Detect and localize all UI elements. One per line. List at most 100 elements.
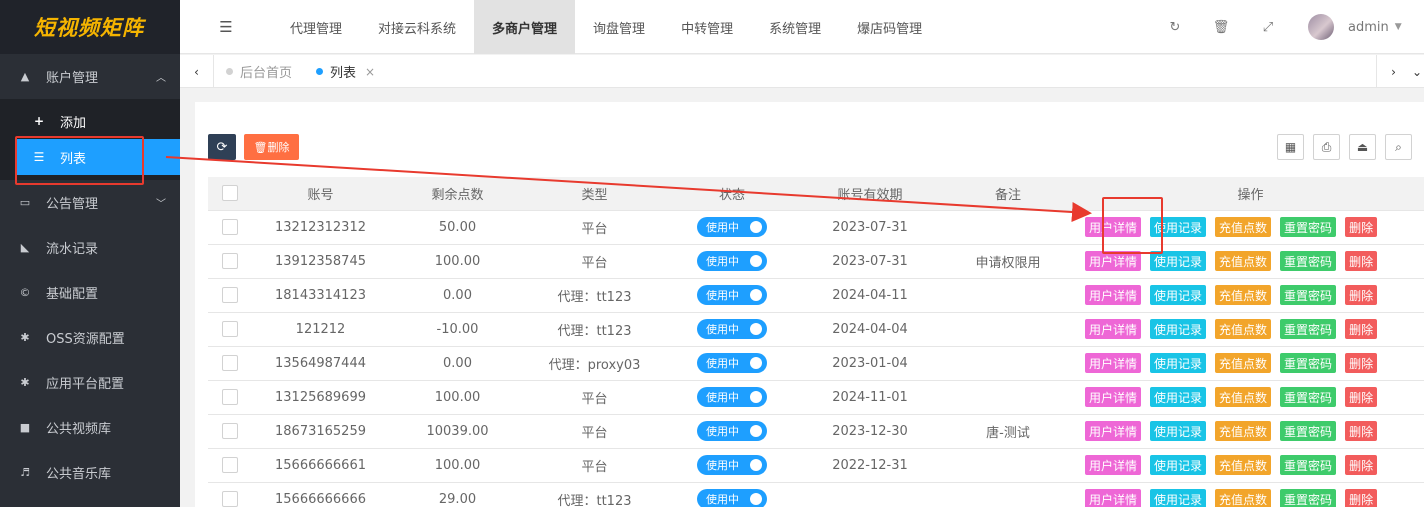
reset-password-button[interactable]: 重置密码 (1280, 285, 1337, 305)
status-toggle[interactable]: 使用中 (697, 217, 767, 237)
status-toggle[interactable]: 使用中 (697, 319, 767, 339)
nav-item-transfer[interactable]: 中转管理 (663, 0, 751, 54)
sidebar-item-app-platform-config[interactable]: ✱ 应用平台配置 (0, 360, 180, 405)
tab-home[interactable]: 后台首页 (226, 55, 292, 88)
print-icon[interactable]: ⎙ (1313, 134, 1340, 160)
usage-record-button[interactable]: 使用记录 (1150, 489, 1207, 507)
sidebar-item-public-music-library[interactable]: ♬ 公共音乐库 (0, 450, 180, 495)
fullscreen-icon[interactable]: ⤢ (1253, 0, 1283, 54)
row-checkbox[interactable] (222, 253, 238, 269)
user-detail-button[interactable]: 用户详情 (1085, 353, 1142, 373)
menu-toggle-icon[interactable]: ☰ (180, 0, 272, 54)
delete-row-button[interactable]: 删除 (1345, 421, 1378, 441)
sidebar-item-oss-config[interactable]: ✱ OSS资源配置 (0, 315, 180, 360)
usage-record-button[interactable]: 使用记录 (1150, 387, 1207, 407)
status-toggle[interactable]: 使用中 (697, 489, 767, 507)
sidebar-item-account-management[interactable]: ▲ 账户管理 ︿ (0, 54, 180, 99)
tab-list[interactable]: 列表 × (316, 55, 375, 88)
batch-delete-button[interactable]: 🗑删除 (244, 134, 299, 160)
row-checkbox[interactable] (222, 423, 238, 439)
user-menu[interactable]: admin ▼ (1348, 0, 1402, 54)
tabs-more-icon[interactable]: ⌄ (1410, 55, 1424, 88)
usage-record-button[interactable]: 使用记录 (1150, 353, 1207, 373)
column-header[interactable]: 状态 (663, 177, 801, 211)
delete-row-button[interactable]: 删除 (1345, 285, 1378, 305)
sidebar-item-public-video-library[interactable]: ■ 公共视频库 (0, 405, 180, 450)
usage-record-button[interactable]: 使用记录 (1150, 319, 1207, 339)
user-detail-button[interactable]: 用户详情 (1085, 387, 1142, 407)
nav-item-system[interactable]: 系统管理 (751, 0, 839, 54)
reset-password-button[interactable]: 重置密码 (1280, 251, 1337, 271)
recharge-points-button[interactable]: 充值点数 (1215, 353, 1272, 373)
recharge-points-button[interactable]: 充值点数 (1215, 285, 1272, 305)
recharge-points-button[interactable]: 充值点数 (1215, 489, 1272, 507)
column-header[interactable]: 备注 (939, 177, 1077, 211)
reset-password-button[interactable]: 重置密码 (1280, 387, 1337, 407)
sidebar-item-flow-records[interactable]: ◣ 流水记录 (0, 225, 180, 270)
usage-record-button[interactable]: 使用记录 (1150, 285, 1207, 305)
delete-row-button[interactable]: 删除 (1345, 217, 1378, 237)
reset-password-button[interactable]: 重置密码 (1280, 489, 1337, 507)
delete-row-button[interactable]: 删除 (1345, 387, 1378, 407)
usage-record-button[interactable]: 使用记录 (1150, 421, 1207, 441)
row-checkbox[interactable] (222, 389, 238, 405)
reset-password-button[interactable]: 重置密码 (1280, 421, 1337, 441)
trash-icon[interactable]: 🗑 (1206, 0, 1236, 54)
column-header[interactable]: 类型 (526, 177, 663, 211)
column-header[interactable]: 剩余点数 (389, 177, 526, 211)
status-toggle[interactable]: 使用中 (697, 285, 767, 305)
column-header[interactable]: 账号有效期 (801, 177, 939, 211)
status-toggle[interactable]: 使用中 (697, 251, 767, 271)
sidebar-item-announcements[interactable]: ▭ 公告管理 ﹀ (0, 180, 180, 225)
columns-filter-icon[interactable]: ▦ (1277, 134, 1304, 160)
delete-row-button[interactable]: 删除 (1345, 251, 1378, 271)
delete-row-button[interactable]: 删除 (1345, 319, 1378, 339)
recharge-points-button[interactable]: 充值点数 (1215, 387, 1272, 407)
recharge-points-button[interactable]: 充值点数 (1215, 217, 1272, 237)
row-checkbox[interactable] (222, 287, 238, 303)
select-all-checkbox[interactable] (222, 185, 238, 202)
row-checkbox[interactable] (222, 355, 238, 371)
column-header[interactable]: 账号 (252, 177, 389, 211)
delete-row-button[interactable]: 删除 (1345, 455, 1378, 475)
sidebar-item-basic-config[interactable]: © 基础配置 (0, 270, 180, 315)
recharge-points-button[interactable]: 充值点数 (1215, 455, 1272, 475)
user-detail-button[interactable]: 用户详情 (1085, 489, 1142, 507)
delete-row-button[interactable]: 删除 (1345, 353, 1378, 373)
status-toggle[interactable]: 使用中 (697, 421, 767, 441)
recharge-points-button[interactable]: 充值点数 (1215, 251, 1272, 271)
delete-row-button[interactable]: 删除 (1345, 489, 1378, 507)
avatar[interactable] (1308, 14, 1334, 40)
user-detail-button[interactable]: 用户详情 (1085, 251, 1142, 271)
close-icon[interactable]: × (365, 65, 375, 79)
status-toggle[interactable]: 使用中 (697, 353, 767, 373)
nav-item-yunke-system[interactable]: 对接云科系统 (360, 0, 474, 54)
status-toggle[interactable]: 使用中 (697, 455, 767, 475)
refresh-icon[interactable]: ↻ (1160, 0, 1190, 54)
nav-item-inquiry[interactable]: 询盘管理 (575, 0, 663, 54)
nav-item-agent-management[interactable]: 代理管理 (272, 0, 360, 54)
user-detail-button[interactable]: 用户详情 (1085, 421, 1142, 441)
search-icon[interactable]: ⌕ (1385, 134, 1412, 160)
row-checkbox[interactable] (222, 457, 238, 473)
reset-password-button[interactable]: 重置密码 (1280, 353, 1337, 373)
usage-record-button[interactable]: 使用记录 (1150, 455, 1207, 475)
row-checkbox[interactable] (222, 219, 238, 235)
nav-item-store-code[interactable]: 爆店码管理 (839, 0, 940, 54)
status-toggle[interactable]: 使用中 (697, 387, 767, 407)
tabs-left-arrow-icon[interactable]: ‹ (180, 55, 214, 88)
refresh-button[interactable]: ⟳ (208, 134, 236, 160)
reset-password-button[interactable]: 重置密码 (1280, 217, 1337, 237)
sidebar-subitem-add[interactable]: + 添加 (0, 103, 180, 139)
row-checkbox[interactable] (222, 321, 238, 337)
recharge-points-button[interactable]: 充值点数 (1215, 319, 1272, 339)
reset-password-button[interactable]: 重置密码 (1280, 455, 1337, 475)
tabs-right-arrow-icon[interactable]: › (1376, 55, 1410, 88)
reset-password-button[interactable]: 重置密码 (1280, 319, 1337, 339)
user-detail-button[interactable]: 用户详情 (1085, 285, 1142, 305)
user-detail-button[interactable]: 用户详情 (1085, 319, 1142, 339)
user-detail-button[interactable]: 用户详情 (1085, 455, 1142, 475)
usage-record-button[interactable]: 使用记录 (1150, 251, 1207, 271)
export-icon[interactable]: ⏏ (1349, 134, 1376, 160)
recharge-points-button[interactable]: 充值点数 (1215, 421, 1272, 441)
